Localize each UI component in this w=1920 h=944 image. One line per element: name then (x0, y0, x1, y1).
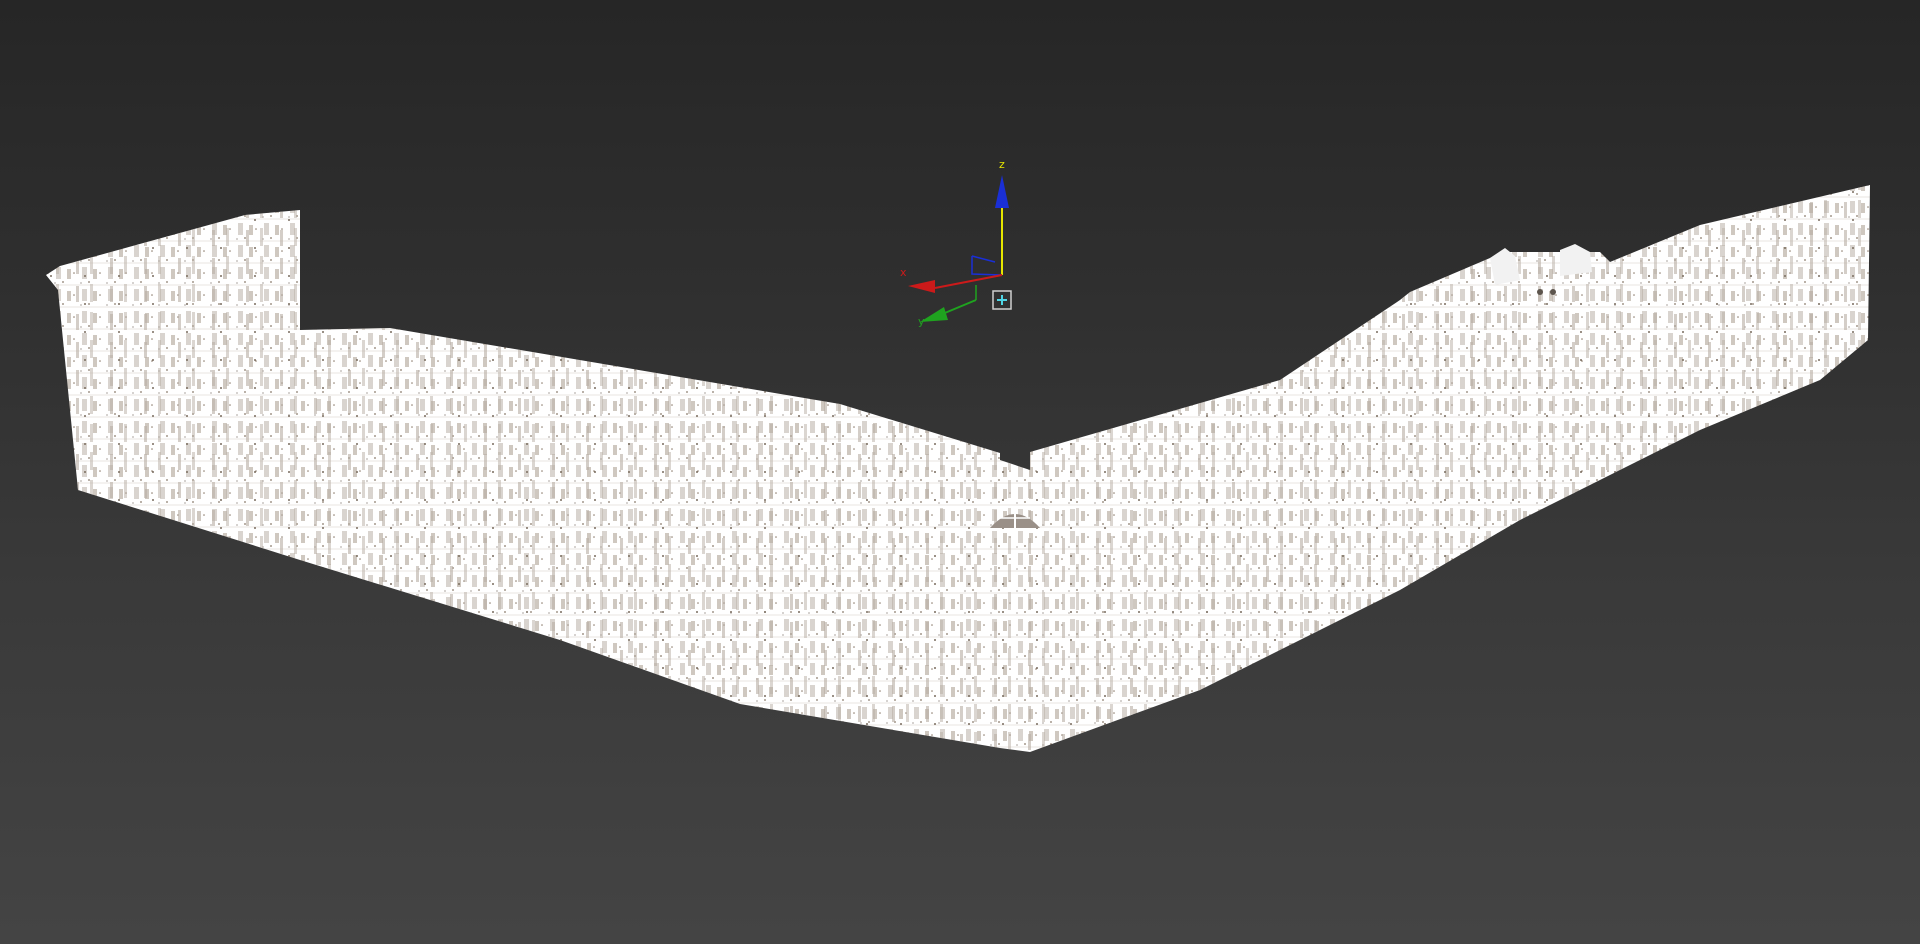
gizmo-xy-plane[interactable] (971, 256, 1003, 276)
gizmo-y-label: y (918, 315, 925, 328)
point-cloud-left-wing[interactable] (46, 210, 1030, 752)
gizmo-z-arrow-icon[interactable] (995, 175, 1009, 208)
perspective-viewport[interactable]: z x y (0, 0, 1920, 944)
gizmo-z-label: z (999, 158, 1005, 171)
gizmo-x-label: x (900, 266, 907, 279)
move-transform-gizmo-icon[interactable]: z x y (900, 158, 1012, 328)
gizmo-x-arrow-icon[interactable] (908, 280, 935, 293)
gizmo-x-axis[interactable] (934, 274, 1003, 289)
point-cloud-right-wing[interactable] (1030, 185, 1870, 752)
viewport-scene: z x y (46, 158, 1870, 752)
